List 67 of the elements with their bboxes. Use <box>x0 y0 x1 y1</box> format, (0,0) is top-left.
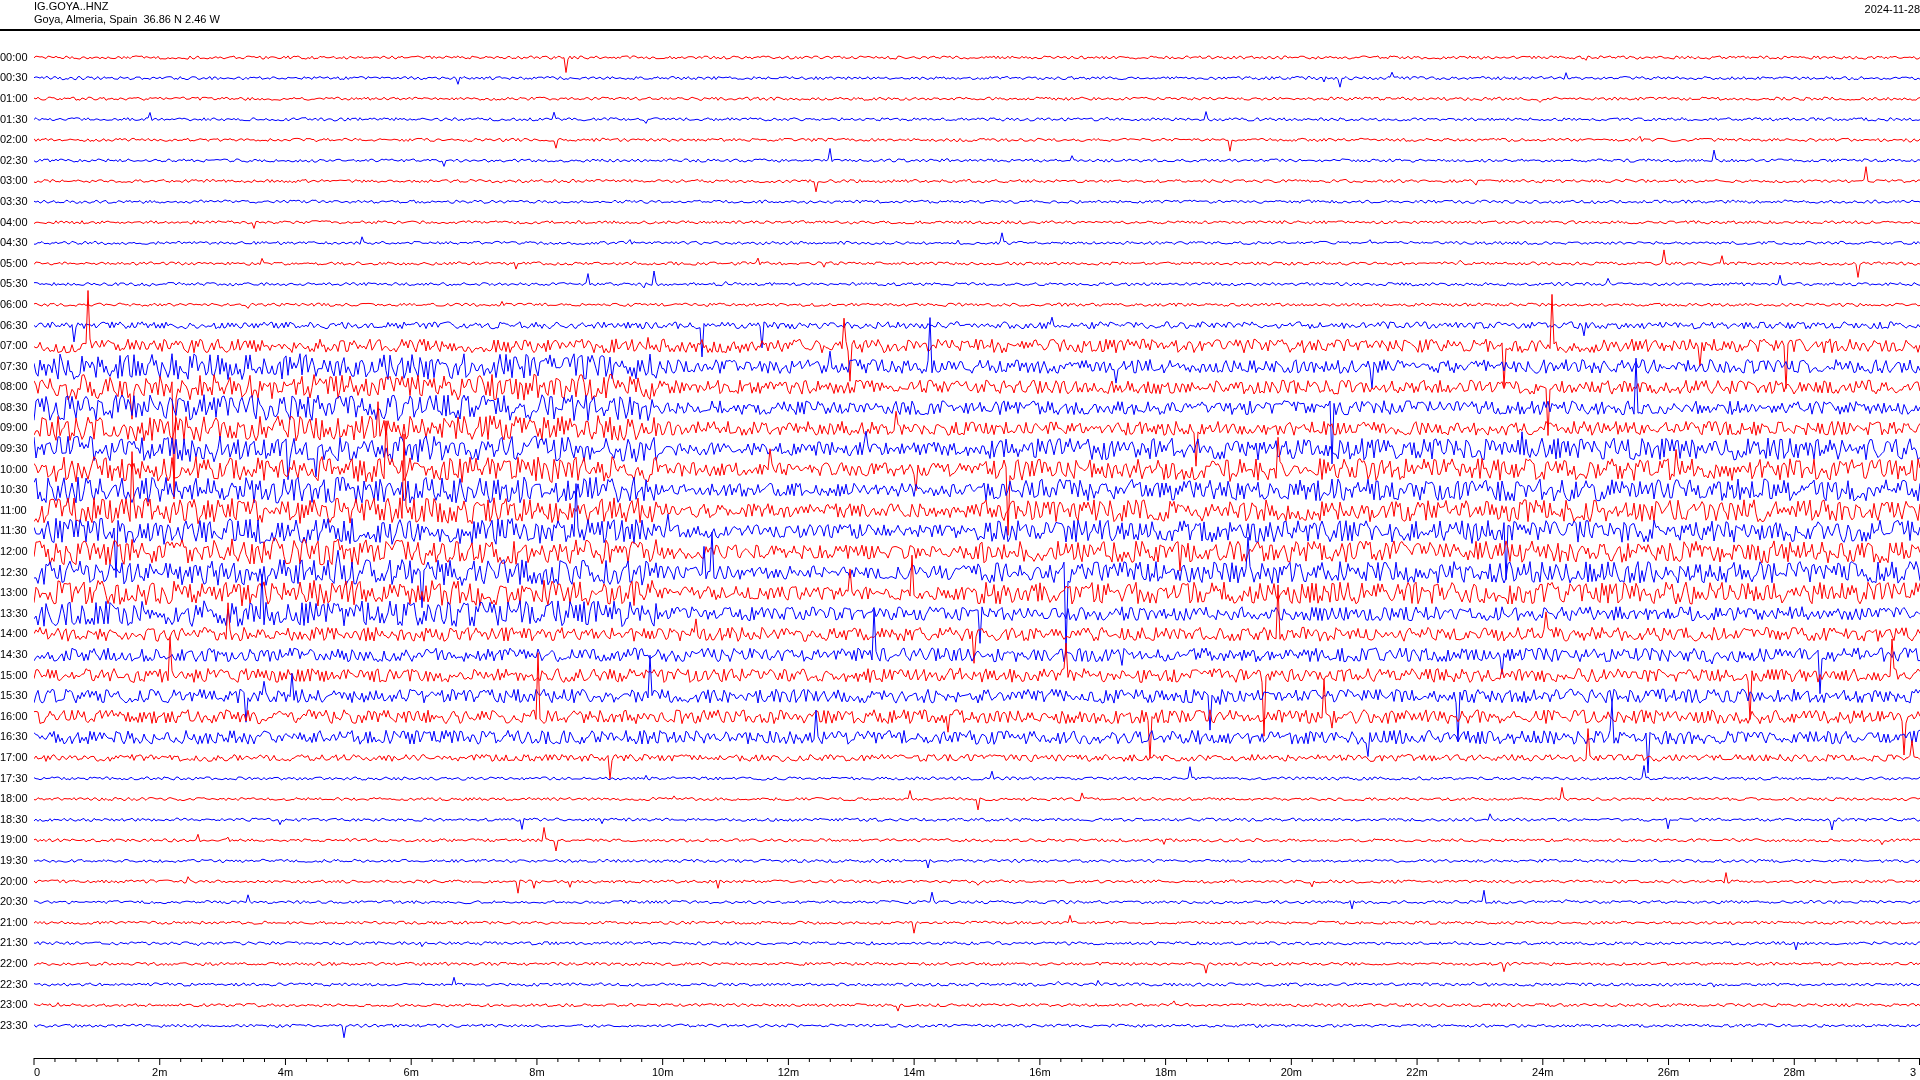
time-label: 21:30 <box>0 935 29 951</box>
time-label: 11:00 <box>0 502 28 518</box>
tick-label: 10m <box>651 1066 674 1078</box>
time-label: 01:30 <box>0 111 29 127</box>
time-label: 09:00 <box>0 420 29 436</box>
plot-date: 2024-11-28 <box>1864 2 1920 17</box>
tick-label: 18m <box>1154 1066 1177 1078</box>
time-label: 17:00 <box>0 750 29 765</box>
time-label: 19:30 <box>0 852 29 868</box>
tick-label: 12m <box>777 1066 800 1078</box>
time-label: 07:00 <box>0 338 29 354</box>
tick-label: 14m <box>903 1066 925 1078</box>
time-label: 10:00 <box>0 461 29 477</box>
time-label: 17:30 <box>0 770 29 786</box>
time-label: 20:30 <box>0 894 29 910</box>
time-label: 02:30 <box>0 152 29 168</box>
tick-label: 4m <box>277 1066 294 1078</box>
tick-label: 26m <box>1657 1066 1680 1078</box>
time-label: 14:00 <box>0 626 29 642</box>
time-label: 19:00 <box>0 832 29 848</box>
time-label: 13:00 <box>0 585 29 601</box>
station-code: IG.GOYA..HNZ <box>34 0 110 13</box>
time-label: 08:30 <box>0 399 29 415</box>
time-label: 18:00 <box>0 791 29 807</box>
time-label: 05:30 <box>0 276 29 292</box>
time-label: 06:30 <box>0 317 29 333</box>
time-label: 22:00 <box>0 955 29 971</box>
time-label: 11:30 <box>0 523 28 539</box>
tick-label: 20m <box>1280 1066 1303 1078</box>
time-label: 23:30 <box>0 1017 29 1033</box>
time-label: 09:30 <box>0 441 29 457</box>
time-label: 04:00 <box>0 214 29 230</box>
tick-label: 28m <box>1783 1066 1805 1078</box>
time-label: 02:00 <box>0 132 29 148</box>
tick-label: 3 <box>1909 1066 1916 1078</box>
time-label: 14:30 <box>0 647 29 662</box>
time-label: 20:00 <box>0 873 29 889</box>
time-label: 07:30 <box>0 358 29 374</box>
time-label: 00:30 <box>0 70 29 86</box>
time-label: 03:00 <box>0 173 29 189</box>
station-location: Goya, Almeria, Spain 36.86 N 2.46 W <box>34 13 220 26</box>
time-label: 12:00 <box>0 544 29 560</box>
time-label: 23:00 <box>0 997 29 1013</box>
time-label: 16:00 <box>0 708 29 724</box>
time-label: 01:00 <box>0 91 29 106</box>
tick-label: 6m <box>403 1066 419 1078</box>
tick-label: 16m <box>1029 1066 1051 1078</box>
time-label: 00:00 <box>0 49 29 65</box>
tick-label: 2m <box>152 1066 168 1078</box>
tick-label: 0 <box>34 1066 41 1078</box>
time-label: 15:00 <box>0 667 29 683</box>
time-label: 16:30 <box>0 729 29 745</box>
time-label: 21:00 <box>0 914 29 930</box>
tick-label: 8m <box>529 1066 545 1078</box>
time-label: 08:00 <box>0 379 29 395</box>
time-label: 15:30 <box>0 688 29 704</box>
time-label: 10:30 <box>0 482 29 498</box>
time-label: 13:30 <box>0 605 29 621</box>
time-label: 18:30 <box>0 811 29 827</box>
time-label: 04:30 <box>0 235 29 251</box>
time-label: 06:00 <box>0 296 29 312</box>
tick-label: 22m <box>1406 1066 1428 1078</box>
time-label: 22:30 <box>0 976 29 992</box>
time-label: 12:30 <box>0 564 29 580</box>
time-label: 03:30 <box>0 193 29 209</box>
tick-label: 24m <box>1532 1066 1554 1078</box>
time-label: 05:00 <box>0 255 29 271</box>
